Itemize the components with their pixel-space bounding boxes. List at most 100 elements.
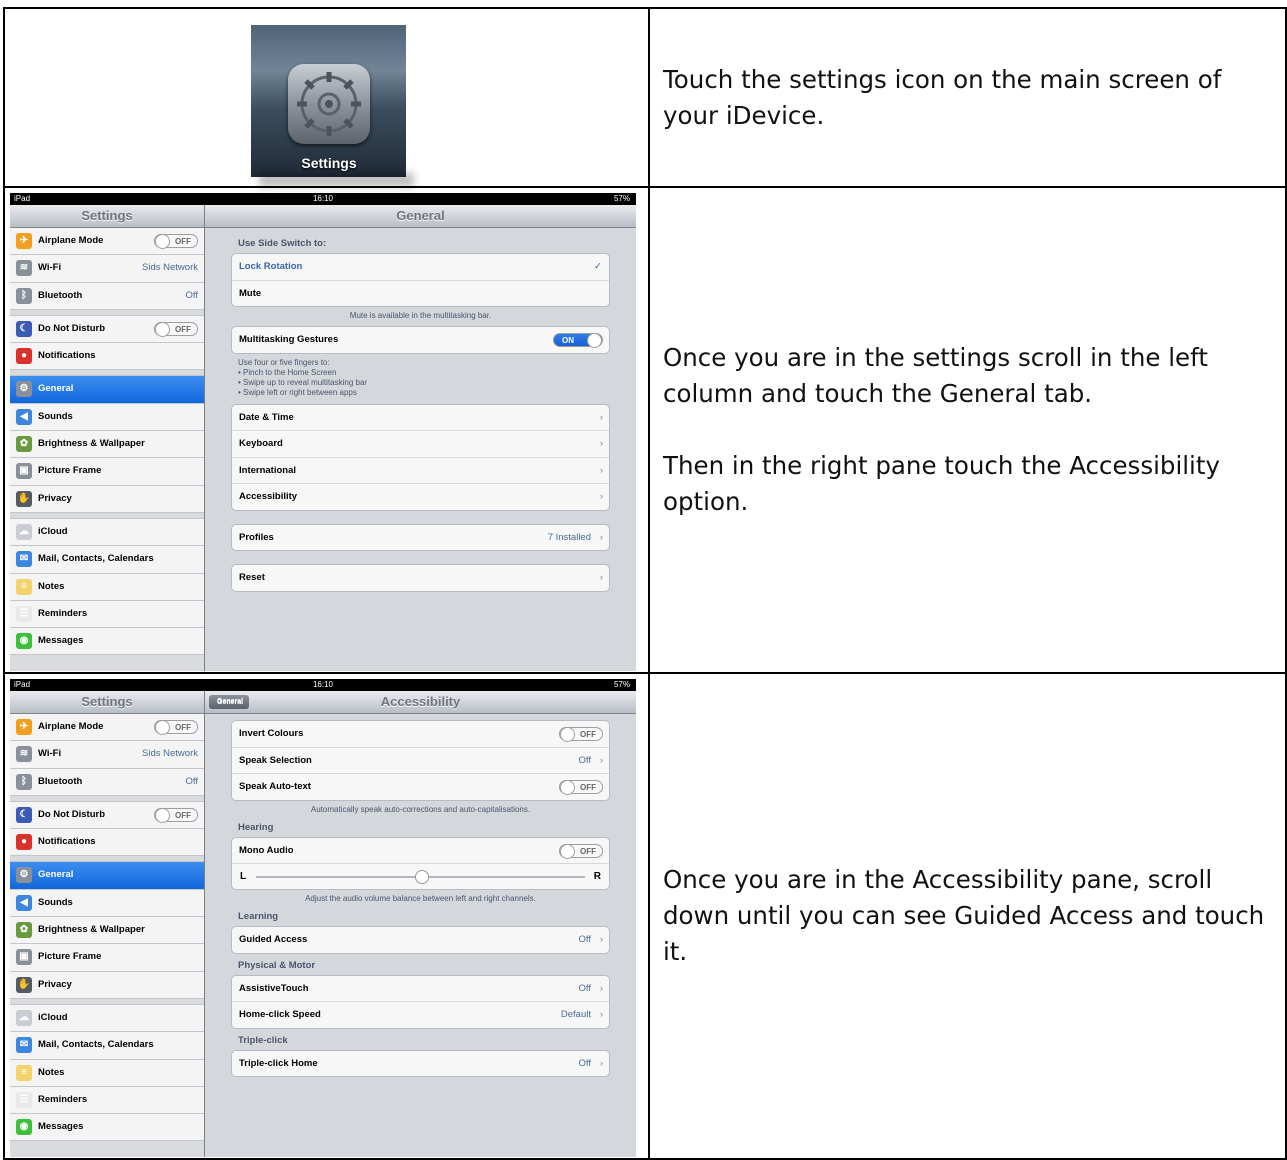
sidebar-item-notifications[interactable]: ● Notifications [10,829,204,857]
sidebar-item-label: Mail, Contacts, Calendars [38,1039,154,1051]
date-time-row[interactable]: Date & Time › [232,405,609,431]
sidebar-item-label: Airplane Mode [38,235,104,246]
sidebar-item-label: Airplane Mode [38,721,104,732]
mono-audio-label: Mono Audio [239,844,294,856]
sidebar-item-icloud[interactable]: ☁ iCloud [10,1004,204,1033]
general-nav-group: Date & Time › Keyboard › International › Ac… [231,403,610,511]
multitasking-group: Multitasking Gestures ON [231,326,610,354]
detail-title: General [205,205,636,228]
mute-option[interactable]: Mute [232,281,609,307]
sidebar-item-icloud[interactable]: ☁ iCloud [10,518,204,547]
triple-click-home-row[interactable]: Triple-click Home Off › [232,1051,609,1077]
sidebar-item-messages[interactable]: ◉ Messages [10,628,204,656]
footer-line: • Pinch to the Home Screen [238,367,337,377]
sidebar-item-mail-contacts-calendars[interactable]: ✉ Mail, Contacts, Calendars [10,546,204,574]
step-1-image-cell: Settings [3,7,650,188]
sidebar-item-do-not-disturb[interactable]: ☾ Do Not Disturb OFF [10,315,204,344]
triple-click-home-value: Off [578,1057,592,1069]
sidebar-item-airplane-mode[interactable]: ✈ Airplane Mode OFF [10,228,204,256]
accessibility-row[interactable]: Accessibility › [232,484,609,510]
sidebar-item-sounds[interactable]: ◀ Sounds [10,889,204,918]
hand-icon: ✋ [16,490,32,507]
speak-autotext-toggle[interactable]: OFF [559,780,603,795]
sidebar-item-label: iCloud [38,525,68,537]
sidebar-item-reminders[interactable]: ☰ Reminders [10,600,204,629]
sidebar-item-notes[interactable]: ≡ Notes [10,1059,204,1087]
toggle-knob [155,234,170,249]
sidebar-item-wi-fi[interactable]: ≋ Wi-Fi Sids Network [10,741,204,769]
sidebar-item-brightness-wallpaper[interactable]: ✿ Brightness & Wallpaper [10,431,204,459]
balance-slider[interactable]: L R [232,864,609,889]
notifications-icon: ● [16,834,32,851]
back-button[interactable]: General [209,695,250,709]
flower-icon: ✿ [16,922,32,939]
sidebar-item-value: Sids Network [142,262,198,274]
sidebar-item-notifications[interactable]: ● Notifications [10,343,204,371]
international-label: International [239,464,297,476]
sidebar-item-general[interactable]: ⚙ General [10,862,204,890]
slider-thumb[interactable] [414,870,429,884]
international-row[interactable]: International › [232,458,609,484]
status-time: 16:10 [312,680,334,689]
sidebar-toggle[interactable]: OFF [154,720,198,735]
sidebar-item-label: Reminders [38,1093,88,1105]
sidebar-item-bluetooth[interactable]: ᛒ Bluetooth Off [10,282,204,310]
learning-group: Guided Access Off › [231,926,610,954]
step-2-image-cell: iPad 16:10 57% Settings ✈ Airplane Mode OF… [3,186,650,674]
step-1-instruction: Touch the settings icon on the main scre… [648,7,1287,188]
invert-colours-toggle[interactable]: OFF [559,727,603,742]
sidebar-item-do-not-disturb[interactable]: ☾ Do Not Disturb OFF [10,801,204,830]
sidebar-item-label: Brightness & Wallpaper [38,924,145,936]
home-click-speed-row[interactable]: Home-click Speed Default › [232,1002,609,1028]
profiles-row[interactable]: Profiles 7 Installed › [232,525,609,551]
sidebar-item-sounds[interactable]: ◀ Sounds [10,403,204,432]
settings-sidebar-list: ✈ Airplane Mode OFF ≋ Wi-Fi Sids Network ᛒ Blue… [10,714,204,1142]
assistive-touch-value: Off [578,982,592,994]
multitasking-label: Multitasking Gestures [239,334,339,345]
sidebar-item-picture-frame[interactable]: ▣ Picture Frame [10,944,204,972]
invert-colours-label: Invert Colours [239,728,304,739]
bluetooth-icon: ᛒ [16,287,32,304]
wifi-icon: ≋ [16,746,32,763]
sidebar-item-bluetooth[interactable]: ᛒ Bluetooth Off [10,768,204,796]
gear-icon: ⚙ [16,867,32,884]
sidebar-item-brightness-wallpaper[interactable]: ✿ Brightness & Wallpaper [10,917,204,945]
assistive-touch-row[interactable]: AssistiveTouch Off › [232,976,609,1002]
sidebar-item-label: Bluetooth [38,289,83,301]
accessibility-label: Accessibility [239,491,298,502]
sidebar-item-picture-frame[interactable]: ▣ Picture Frame [10,458,204,486]
multitasking-toggle[interactable]: ON [553,333,603,348]
notes-icon: ≡ [16,578,32,595]
lock-rotation-option[interactable]: Lock Rotation ✓ [232,254,609,281]
sidebar-item-label: General [38,869,74,881]
sidebar-item-privacy[interactable]: ✋ Privacy [10,971,204,999]
settings-app-icon[interactable] [288,64,370,144]
speak-selection-row[interactable]: Speak Selection Off › [232,748,609,774]
sidebar-toggle[interactable]: OFF [154,807,198,823]
keyboard-label: Keyboard [239,438,283,449]
sidebar-item-notes[interactable]: ≡ Notes [10,573,204,601]
notes-icon: ≡ [16,1064,32,1081]
sidebar-item-label: Notes [38,580,65,592]
reset-row[interactable]: Reset › [232,565,609,591]
messages-icon: ◉ [16,1119,32,1136]
step-1-row: Settings Touch the settings icon on the … [3,7,1287,188]
master-title: Settings [10,691,204,714]
speaker-icon: ◀ [16,894,32,911]
guided-access-row[interactable]: Guided Access Off › [232,927,609,953]
keyboard-row[interactable]: Keyboard › [232,431,609,458]
sidebar-item-reminders[interactable]: ☰ Reminders [10,1086,204,1115]
sidebar-toggle[interactable]: OFF [154,321,198,337]
settings-master-pane: Settings ✈ Airplane Mode OFF ≋ Wi-Fi Sids Net… [10,205,205,671]
sidebar-item-mail-contacts-calendars[interactable]: ✉ Mail, Contacts, Calendars [10,1032,204,1060]
sidebar-item-airplane-mode[interactable]: ✈ Airplane Mode OFF [10,714,204,742]
chevron-right-icon: › [599,1057,603,1069]
lock-rotation-label: Lock Rotation [239,261,303,272]
sidebar-toggle[interactable]: OFF [154,234,198,249]
mono-audio-toggle[interactable]: OFF [559,843,603,859]
reset-group: Reset › [231,564,610,592]
sidebar-item-general[interactable]: ⚙ General [10,376,204,404]
sidebar-item-privacy[interactable]: ✋ Privacy [10,485,204,513]
sidebar-item-wi-fi[interactable]: ≋ Wi-Fi Sids Network [10,255,204,283]
sidebar-item-messages[interactable]: ◉ Messages [10,1114,204,1142]
